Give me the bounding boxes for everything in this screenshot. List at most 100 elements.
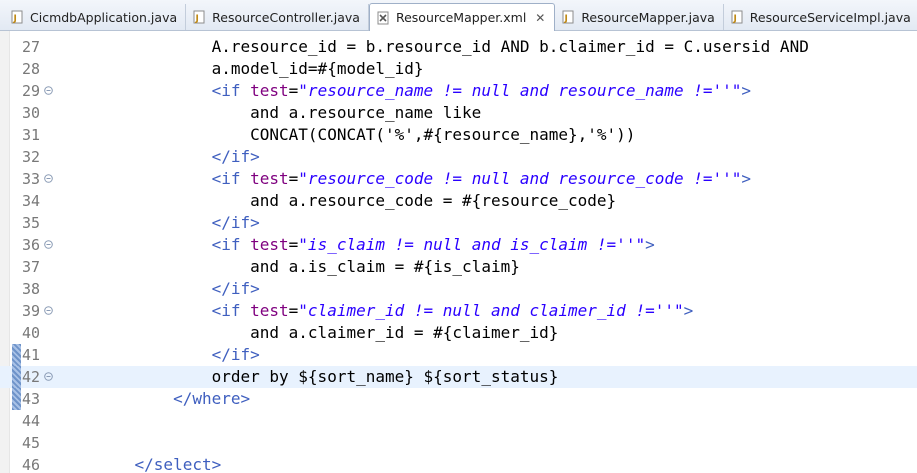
code-token: order by ${sort_name} ${sort_status} <box>96 367 559 386</box>
code-line[interactable]: 30 and a.resource_name like <box>0 102 917 124</box>
code-editor[interactable]: 27 A.resource_id = b.resource_id AND b.c… <box>0 31 917 473</box>
tab-resourcemapper-xml[interactable]: ResourceMapper.xml ✕ <box>368 3 556 31</box>
line-number: 37 <box>22 258 41 276</box>
code-line[interactable]: 39 <if test="claimer_id != null and clai… <box>0 300 917 322</box>
code-line[interactable]: 27 A.resource_id = b.resource_id AND b.c… <box>0 36 917 58</box>
svg-text:J: J <box>13 14 17 24</box>
code-token: test <box>250 81 289 100</box>
code-token: test <box>250 235 289 254</box>
editor-tab-bar: J CicmdbApplication.java J ResourceControll… <box>0 0 917 31</box>
code-token: > <box>683 301 694 320</box>
tab-resourcecontroller-java[interactable]: J ResourceController.java <box>186 4 369 30</box>
line-number: 27 <box>22 38 41 56</box>
code-token: <if <box>96 235 251 254</box>
code-token: </select> <box>96 455 222 473</box>
code-line[interactable]: 34 and a.resource_code = #{resource_code… <box>0 190 917 212</box>
code-token: test <box>250 169 289 188</box>
code-line[interactable]: 38 </if> <box>0 278 917 300</box>
java-file-icon: J <box>10 10 24 24</box>
line-number: 42 <box>22 368 41 386</box>
line-number: 33 <box>22 170 41 188</box>
line-number: 34 <box>22 192 41 210</box>
line-number: 39 <box>22 302 41 320</box>
code-text: </if> <box>96 146 260 168</box>
code-text: </where> <box>96 388 250 410</box>
code-token: = <box>288 235 299 254</box>
code-text: A.resource_id = b.resource_id AND b.clai… <box>96 36 809 58</box>
fold-toggle-icon[interactable] <box>44 306 53 315</box>
svg-text:J: J <box>195 14 199 24</box>
tab-label: ResourceServiceImpl.java <box>749 9 911 25</box>
tab-resourcemapper-java[interactable]: J ResourceMapper.java <box>555 4 724 30</box>
code-text: and a.resource_name like <box>96 102 481 124</box>
line-number: 38 <box>22 280 41 298</box>
fold-toggle-icon[interactable] <box>44 174 53 183</box>
code-token: <if <box>96 81 251 100</box>
code-token: test <box>250 301 289 320</box>
code-line[interactable]: 42 order by ${sort_name} ${sort_status} <box>0 366 917 388</box>
code-token: = <box>288 81 299 100</box>
code-line[interactable]: 37 and a.is_claim = #{is_claim} <box>0 256 917 278</box>
fold-toggle-icon[interactable] <box>44 372 53 381</box>
line-number: 30 <box>22 104 41 122</box>
code-line[interactable]: 43 </where> <box>0 388 917 410</box>
tab-label: ResourceMapper.java <box>581 9 715 25</box>
code-line[interactable]: 33 <if test="resource_code != null and r… <box>0 168 917 190</box>
code-token: "resource_name != null and resource_name… <box>298 81 742 100</box>
code-line[interactable]: 46 </select> <box>0 454 917 473</box>
code-line[interactable]: 36 <if test="is_claim != null and is_cla… <box>0 234 917 256</box>
code-token: A.resource_id = b.resource_id AND b.clai… <box>96 37 809 56</box>
code-token: = <box>288 301 299 320</box>
code-token: > <box>645 235 655 254</box>
code-token: = <box>288 169 299 188</box>
close-tab-icon[interactable]: ✕ <box>534 11 546 25</box>
tab-label: ResourceController.java <box>212 9 360 25</box>
code-line[interactable]: 31 CONCAT(CONCAT('%',#{resource_name},'%… <box>0 124 917 146</box>
code-token: > <box>741 81 752 100</box>
line-number: 46 <box>22 456 41 473</box>
code-token: </if> <box>96 279 260 298</box>
code-line[interactable]: 28 a.model_id=#{model_id} <box>0 58 917 80</box>
code-line[interactable]: 44 <box>0 410 917 432</box>
code-text: </select> <box>96 454 222 473</box>
code-token: CONCAT(CONCAT('%',#{resource_name},'%')) <box>96 125 636 144</box>
code-text: </if> <box>96 344 260 366</box>
tab-resourceserviceimpl-java[interactable]: J ResourceServiceImpl.java <box>724 4 917 30</box>
java-file-icon: J <box>730 10 744 24</box>
code-text: </if> <box>96 278 260 300</box>
line-number: 31 <box>22 126 41 144</box>
change-marker <box>12 388 21 410</box>
line-number: 40 <box>22 324 41 342</box>
code-line[interactable]: 29 <if test="resource_name != null and r… <box>0 80 917 102</box>
tab-cicmdbapplication-java[interactable]: J CicmdbApplication.java <box>4 4 187 30</box>
code-token: </if> <box>96 213 260 232</box>
code-line[interactable]: 35 </if> <box>0 212 917 234</box>
svg-text:J: J <box>732 14 736 24</box>
fold-toggle-icon[interactable] <box>44 240 53 249</box>
code-token: "resource_code != null and resource_code… <box>298 169 742 188</box>
code-token: > <box>741 169 752 188</box>
code-text: order by ${sort_name} ${sort_status} <box>96 366 559 388</box>
code-token: and a.resource_name like <box>96 103 482 122</box>
code-text: and a.claimer_id = #{claimer_id} <box>96 322 558 344</box>
line-number: 35 <box>22 214 41 232</box>
code-token: "claimer_id != null and claimer_id !=''" <box>298 301 684 320</box>
code-token: </where> <box>96 389 251 408</box>
code-line[interactable]: 41 </if> <box>0 344 917 366</box>
code-line[interactable]: 45 <box>0 432 917 454</box>
code-text: CONCAT(CONCAT('%',#{resource_name},'%')) <box>96 124 635 146</box>
tab-label: CicmdbApplication.java <box>30 9 178 25</box>
line-number: 43 <box>22 390 41 408</box>
code-lines: 27 A.resource_id = b.resource_id AND b.c… <box>0 36 917 473</box>
line-number: 36 <box>22 236 41 254</box>
code-token: </if> <box>96 345 260 364</box>
java-file-icon: J <box>192 10 206 24</box>
change-marker <box>12 366 21 388</box>
code-token: a.model_id=#{model_id} <box>96 59 424 78</box>
fold-toggle-icon[interactable] <box>44 86 53 95</box>
line-number: 32 <box>22 148 41 166</box>
code-line[interactable]: 40 and a.claimer_id = #{claimer_id} <box>0 322 917 344</box>
code-line[interactable]: 32 </if> <box>0 146 917 168</box>
code-text: and a.is_claim = #{is_claim} <box>96 256 520 278</box>
code-token: <if <box>96 301 251 320</box>
